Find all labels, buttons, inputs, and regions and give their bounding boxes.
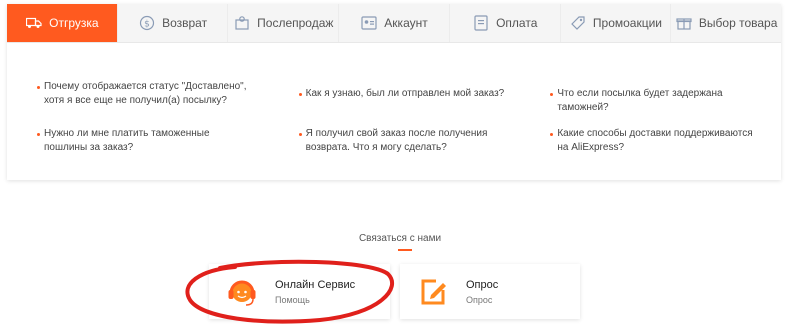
bullet-dot: [550, 93, 554, 96]
online-service-text: Онлайн Сервис Помощь: [275, 279, 355, 305]
online-service-card[interactable]: Онлайн Сервис Помощь: [209, 264, 390, 319]
tab-label: Послепродаж: [257, 16, 334, 30]
faq-question: Что если посылка будет задержана таможне…: [557, 88, 723, 113]
tab-account[interactable]: Аккаунт: [339, 4, 450, 42]
contact-section-title: Связаться с нами: [358, 233, 442, 244]
refund-icon: $: [138, 14, 156, 32]
topic-tabs: Отгрузка $ Возврат Послепродаж Аккаунт О…: [7, 4, 782, 43]
tab-label: Промоакции: [592, 16, 662, 30]
tab-label: Отгрузка: [49, 16, 99, 30]
headset-agent-icon: [225, 275, 259, 309]
faq-question: Почему отображается статус "Доставлено",…: [44, 81, 247, 106]
faq-list: Почему отображается статус "Доставлено",…: [7, 80, 781, 167]
faq-row: Почему отображается статус "Доставлено",…: [7, 80, 781, 115]
tab-label: Оплата: [496, 16, 538, 30]
bullet-dot: [37, 86, 40, 89]
tab-product-choice[interactable]: Выбор товара: [671, 4, 782, 42]
tab-payment[interactable]: Оплата: [449, 4, 561, 42]
payment-icon: [472, 14, 490, 32]
survey-title: Опрос: [466, 278, 499, 291]
faq-link[interactable]: Какие способы доставки поддерживаются на…: [529, 127, 781, 155]
faq-question: Нужно ли мне платить таможенные пошлины …: [44, 128, 210, 153]
tag-icon: [569, 14, 587, 32]
tab-return[interactable]: $ Возврат: [117, 4, 229, 42]
edit-survey-icon: [416, 275, 450, 309]
faq-link[interactable]: Почему отображается статус "Доставлено",…: [7, 80, 268, 115]
tab-after-sale[interactable]: Послепродаж: [228, 4, 340, 42]
tab-label: Выбор товара: [698, 16, 778, 30]
title-underline: [398, 249, 412, 251]
online-service-subtitle: Помощь: [275, 294, 310, 305]
account-icon: [360, 14, 378, 32]
tab-promotions[interactable]: Промоакции: [560, 4, 672, 42]
tab-shipping[interactable]: Отгрузка: [7, 4, 118, 42]
help-topics-card: Отгрузка $ Возврат Послепродаж Аккаунт О…: [7, 4, 782, 180]
faq-link[interactable]: Как я узнаю, был ли отправлен мой заказ?: [268, 80, 530, 115]
bullet-dot: [298, 133, 302, 136]
survey-text: Опрос Опрос: [466, 279, 498, 305]
bullet-dot: [550, 133, 554, 136]
gift-icon: [675, 14, 693, 32]
faq-link[interactable]: Нужно ли мне платить таможенные пошлины …: [7, 127, 268, 155]
faq-question: Как я узнаю, был ли отправлен мой заказ?: [305, 88, 505, 99]
faq-question: Какие способы доставки поддерживаются на…: [557, 128, 753, 153]
truck-icon: [25, 14, 43, 32]
survey-card[interactable]: Опрос Опрос: [400, 264, 580, 319]
svg-text:$: $: [144, 20, 150, 30]
survey-subtitle: Опрос: [466, 294, 493, 305]
after-sale-icon: [233, 14, 251, 32]
faq-link[interactable]: Я получил свой заказ после получения воз…: [268, 127, 530, 155]
online-service-title: Онлайн Сервис: [275, 278, 356, 291]
faq-link[interactable]: Что если посылка будет задержана таможне…: [529, 80, 781, 115]
tab-label: Возврат: [162, 16, 208, 30]
faq-question: Я получил свой заказ после получения воз…: [305, 128, 488, 153]
tab-label: Аккаунт: [384, 16, 428, 30]
faq-row: Нужно ли мне платить таможенные пошлины …: [7, 127, 781, 155]
bullet-dot: [37, 133, 40, 136]
bullet-dot: [298, 93, 302, 96]
